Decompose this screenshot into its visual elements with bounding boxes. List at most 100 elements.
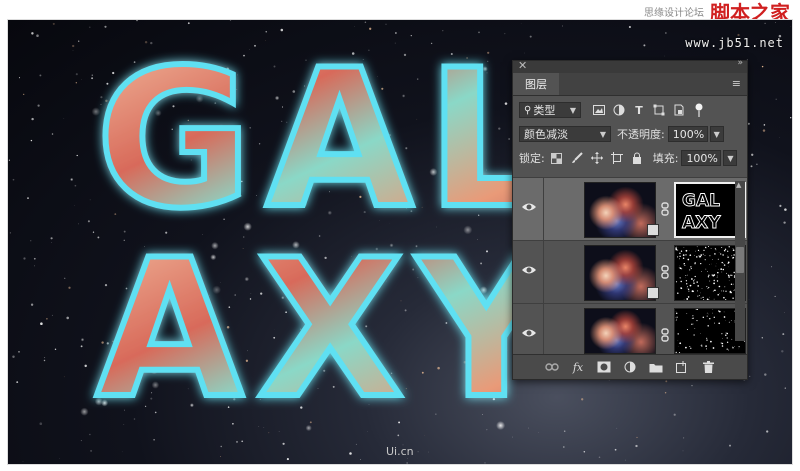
layers-panel[interactable]: ✕ » 图层 ≡ ⚲ 类型 ▼ T 颜色减淡 ▼ 不透明度: 100% ▼ 锁定… (512, 58, 748, 380)
new-layer-icon[interactable] (674, 359, 690, 375)
mask-dot (718, 286, 720, 288)
layer-thumbnail[interactable] (584, 308, 656, 354)
layers-scrollbar[interactable]: ▲ (735, 181, 745, 341)
star-dot (349, 452, 352, 455)
visibility-eye-icon[interactable] (521, 264, 537, 276)
mask-dot (675, 281, 678, 283)
mask-dot (718, 252, 720, 253)
layer-thumbnail[interactable] (584, 182, 656, 238)
mask-dot (688, 290, 690, 292)
trash-icon[interactable] (700, 359, 716, 375)
lock-transparency-icon[interactable] (549, 150, 565, 166)
close-icon[interactable]: ✕ (518, 59, 527, 72)
star-dot (12, 178, 15, 181)
filter-pixel-icon[interactable] (591, 102, 607, 118)
chevron-down-icon: ▼ (599, 129, 606, 139)
blend-mode-dropdown[interactable]: 颜色减淡 ▼ (519, 126, 611, 142)
fill-input[interactable]: 100% (681, 150, 722, 166)
chevron-down-icon: ▼ (713, 129, 720, 139)
scroll-up-icon[interactable]: ▲ (736, 181, 741, 189)
link-layers-icon[interactable] (544, 359, 560, 375)
lock-artboard-icon[interactable] (609, 150, 625, 166)
star-dot (8, 159, 10, 161)
layer-row[interactable]: GAL AXY (513, 177, 747, 240)
collapse-icon[interactable]: » (737, 58, 742, 68)
opacity-dropdown[interactable]: ▼ (709, 126, 724, 142)
visibility-eye-icon[interactable] (521, 201, 537, 213)
filter-toggle-icon[interactable] (691, 102, 707, 118)
add-mask-icon[interactable] (596, 359, 612, 375)
mask-dot (700, 292, 701, 294)
filter-adjustment-icon[interactable] (611, 102, 627, 118)
star-dot (75, 73, 78, 76)
adjustment-icon[interactable] (622, 359, 638, 375)
star-dot (761, 65, 764, 68)
mask-dot (691, 323, 693, 325)
star-dot (91, 74, 94, 77)
fx-icon[interactable]: fx (570, 359, 586, 375)
star-dot (771, 266, 773, 268)
fill-dropdown[interactable]: ▼ (723, 150, 738, 166)
folder-icon[interactable] (648, 359, 664, 375)
star-dot (78, 40, 80, 42)
mask-dot (685, 254, 687, 256)
tab-layers[interactable]: 图层 (513, 73, 559, 95)
mask-dot (705, 268, 707, 270)
chevron-down-icon: ▼ (727, 153, 734, 163)
mask-dot (692, 280, 695, 282)
mask-dot (704, 259, 706, 261)
mask-dot (709, 280, 711, 282)
layer-thumbnail[interactable] (584, 245, 656, 301)
star-dot (27, 197, 29, 199)
mask-dot (700, 333, 701, 334)
mask-dot (707, 246, 710, 248)
mask-dot (732, 346, 733, 347)
panel-titlebar[interactable]: ✕ » (513, 58, 747, 73)
mask-dot (713, 282, 715, 285)
star-dot (763, 124, 766, 126)
filter-kind-dropdown[interactable]: ⚲ 类型 ▼ (519, 102, 581, 118)
star-dot (756, 163, 758, 165)
filter-type-icon[interactable]: T (631, 102, 647, 118)
scrollbar-thumb[interactable] (736, 247, 744, 273)
mask-dot (727, 274, 729, 276)
mask-dot (732, 248, 734, 249)
layer-row[interactable] (513, 240, 747, 303)
star-dot (360, 459, 361, 460)
star-dot (749, 375, 751, 378)
mask-dot (728, 276, 730, 278)
lock-move-icon[interactable] (589, 150, 605, 166)
mask-dot (679, 252, 681, 254)
mask-dot (717, 275, 718, 277)
visibility-eye-icon[interactable] (521, 327, 537, 339)
mask-dot (722, 338, 724, 339)
mask-dot (705, 345, 707, 347)
mask-dot (701, 271, 702, 272)
mask-link-icon[interactable] (660, 265, 670, 279)
mask-text-line-1: GAL (682, 191, 720, 211)
mask-dot (683, 262, 686, 265)
mask-dot (731, 255, 733, 257)
star-dot (37, 104, 40, 107)
star-dot (790, 117, 792, 119)
mask-dot (700, 345, 701, 346)
mask-link-icon[interactable] (660, 328, 670, 342)
star-dot (23, 257, 26, 260)
lock-brush-icon[interactable] (569, 150, 585, 166)
mask-dot (726, 337, 728, 339)
mask-text-svg: GAL AXY (682, 191, 722, 234)
search-icon: ⚲ (524, 104, 532, 116)
layer-row[interactable] (513, 303, 747, 354)
lock-all-icon[interactable] (629, 150, 645, 166)
mask-link-icon[interactable] (660, 202, 670, 216)
mask-dot (712, 291, 714, 292)
chevron-down-icon: ▼ (569, 105, 576, 115)
opacity-label: 不透明度: (617, 128, 665, 141)
mask-dot (712, 259, 713, 260)
filter-shape-icon[interactable] (651, 102, 667, 118)
panel-menu-icon[interactable]: ≡ (732, 77, 741, 90)
mask-dot (707, 325, 709, 327)
mask-dot (703, 299, 705, 300)
opacity-input[interactable]: 100% (667, 126, 708, 142)
filter-smart-object-icon[interactable] (671, 102, 687, 118)
